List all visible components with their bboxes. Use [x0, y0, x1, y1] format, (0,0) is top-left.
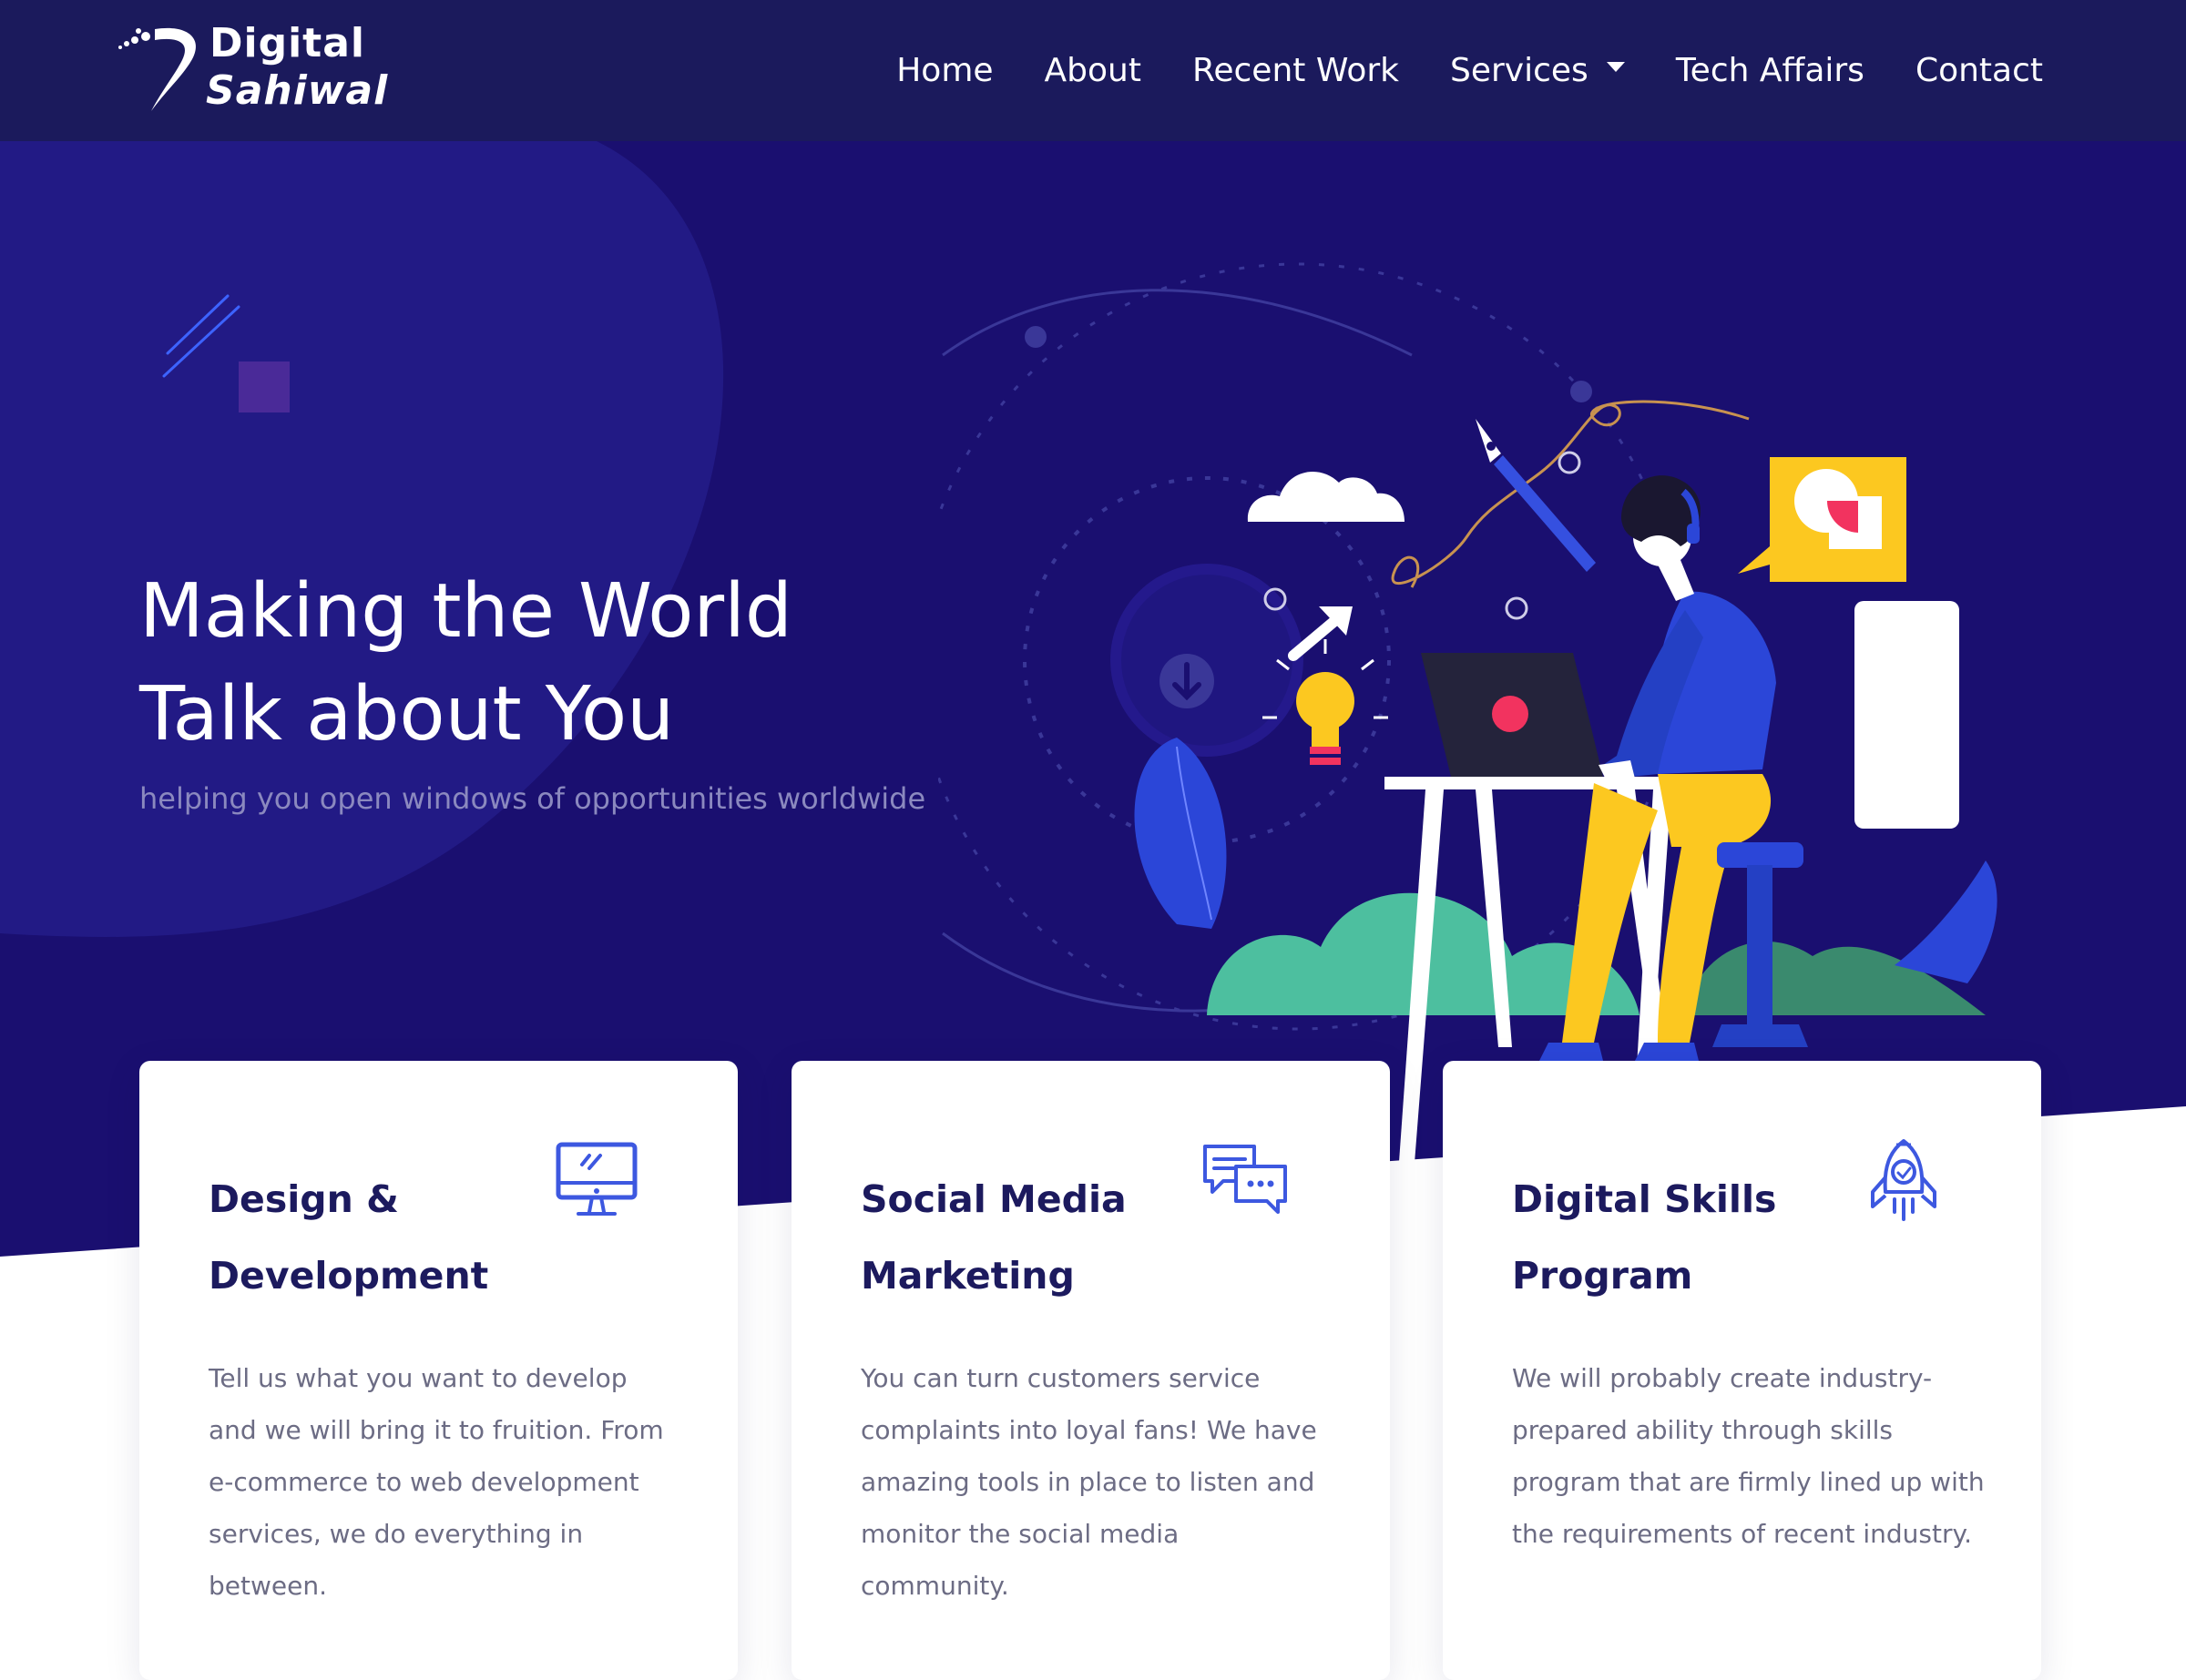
card-title-line-2: Development [209, 1254, 489, 1298]
card-title: Digital Skills Program [1512, 1161, 1895, 1314]
brand-logo[interactable]: Digital Sahiwal [118, 20, 387, 120]
card-design-development[interactable]: Design & Development Tell us what you wa… [139, 1061, 738, 1680]
card-title-line-1: Digital Skills [1512, 1177, 1777, 1221]
card-title: Design & Development [209, 1161, 591, 1314]
card-description: We will probably create industry-prepare… [1512, 1363, 1985, 1549]
brand-line-2: Sahiwal [206, 67, 389, 114]
navbar: Digital Sahiwal Home About Recent Work S… [0, 0, 2186, 141]
nav-home[interactable]: Home [896, 46, 993, 97]
caret-down-icon [1606, 61, 1625, 72]
card-social-media-marketing[interactable]: Social Media Marketing You can turn cust… [792, 1061, 1390, 1680]
pen-icon [1476, 419, 1596, 572]
hero-subtitle: helping you open windows of opportunitie… [139, 781, 926, 816]
cloud-icon [1247, 472, 1405, 522]
hero-title-line-2: Talk about You [139, 671, 675, 758]
nav-services[interactable]: Services [1450, 46, 1625, 97]
card-digital-skills-program[interactable]: Digital Skills Program We will probably … [1443, 1061, 2041, 1680]
card-title-line-1: Design & [209, 1177, 399, 1221]
rocket-icon [1871, 1139, 1936, 1221]
card-description: Tell us what you want to develop and we … [209, 1363, 664, 1601]
brand-name: Digital Sahiwal [206, 20, 389, 115]
brand-line-1: Digital [209, 20, 365, 66]
arrow-icon [1288, 606, 1353, 661]
hero-title-line-1: Making the World [139, 568, 792, 655]
chat-card [1738, 457, 1906, 582]
nav-contact[interactable]: Contact [1915, 46, 2043, 97]
swoosh-icon [118, 27, 197, 112]
nav-tech-affairs[interactable]: Tech Affairs [1676, 46, 1864, 97]
card-title-line-2: Program [1512, 1254, 1693, 1298]
card-description: You can turn customers service complaint… [861, 1363, 1317, 1601]
hero-title: Making the World Talk about You [139, 560, 959, 766]
nav-services-label: Services [1450, 52, 1588, 89]
card-title-line-2: Marketing [861, 1254, 1075, 1298]
download-icon [1159, 654, 1214, 708]
main-nav: Home About Recent Work Services Tech Aff… [896, 46, 2043, 97]
decor-square [239, 361, 290, 412]
chat-bubbles-icon [1203, 1145, 1287, 1214]
nav-recent-work[interactable]: Recent Work [1192, 46, 1399, 97]
card-title-line-1: Social Media [861, 1177, 1127, 1221]
nav-about[interactable]: About [1045, 46, 1141, 97]
hero-illustration [938, 262, 1997, 1175]
monitor-icon [556, 1142, 638, 1216]
card-title: Social Media Marketing [861, 1161, 1243, 1314]
record-dot [1492, 696, 1528, 732]
